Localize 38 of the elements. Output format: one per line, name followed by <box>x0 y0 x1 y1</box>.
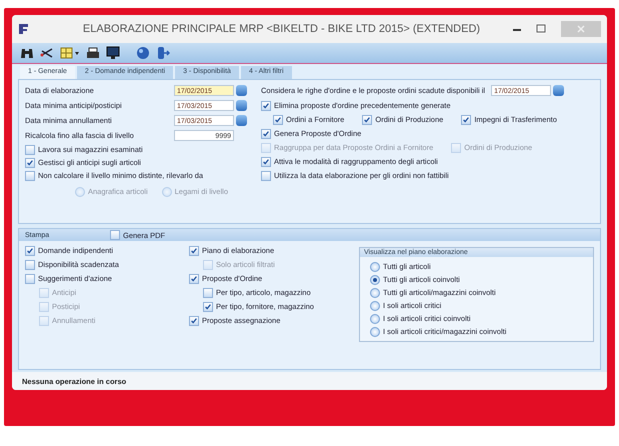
exit-icon[interactable] <box>156 46 170 60</box>
checkbox[interactable] <box>461 114 472 124</box>
checkbox[interactable] <box>189 316 199 326</box>
checkbox[interactable] <box>25 246 35 256</box>
checkbox[interactable] <box>362 114 372 124</box>
help-icon[interactable] <box>136 46 150 60</box>
checkbox[interactable] <box>273 114 283 124</box>
radio-button[interactable] <box>370 262 380 272</box>
checkbox[interactable] <box>203 288 213 298</box>
app-icon <box>18 23 30 35</box>
radio-button[interactable] <box>370 274 380 284</box>
checkbox[interactable] <box>261 170 271 180</box>
checkbox[interactable] <box>261 100 271 110</box>
window-title: ELABORAZIONE PRINCIPALE MRP <BIKELTD - BIKE LTD 2015> (EXTENDED) <box>82 23 482 35</box>
checkbox[interactable] <box>25 170 35 180</box>
date-picker-button[interactable] <box>236 85 247 96</box>
radio-button[interactable] <box>370 288 380 298</box>
checkbox[interactable] <box>261 128 271 138</box>
checkbox[interactable] <box>261 156 271 166</box>
radio-button[interactable] <box>370 300 380 310</box>
checkbox[interactable] <box>25 158 35 168</box>
checkbox[interactable] <box>25 144 35 154</box>
checkbox[interactable] <box>189 246 199 256</box>
radio-button[interactable] <box>370 326 380 336</box>
date-picker-button[interactable] <box>553 85 564 96</box>
scissors-icon[interactable] <box>40 46 54 60</box>
checkbox[interactable] <box>189 274 199 284</box>
grid-dropdown-icon[interactable] <box>60 46 80 60</box>
date-picker-button[interactable] <box>236 115 247 126</box>
checkbox[interactable] <box>110 230 120 240</box>
binoculars-icon[interactable] <box>20 46 34 60</box>
checkbox[interactable] <box>25 274 35 284</box>
checkbox[interactable] <box>25 260 35 270</box>
date-picker-button[interactable] <box>236 100 247 111</box>
checkbox[interactable] <box>203 302 213 312</box>
monitor-icon[interactable] <box>106 46 120 60</box>
print-icon[interactable] <box>86 46 100 60</box>
radio-button[interactable] <box>370 314 380 324</box>
